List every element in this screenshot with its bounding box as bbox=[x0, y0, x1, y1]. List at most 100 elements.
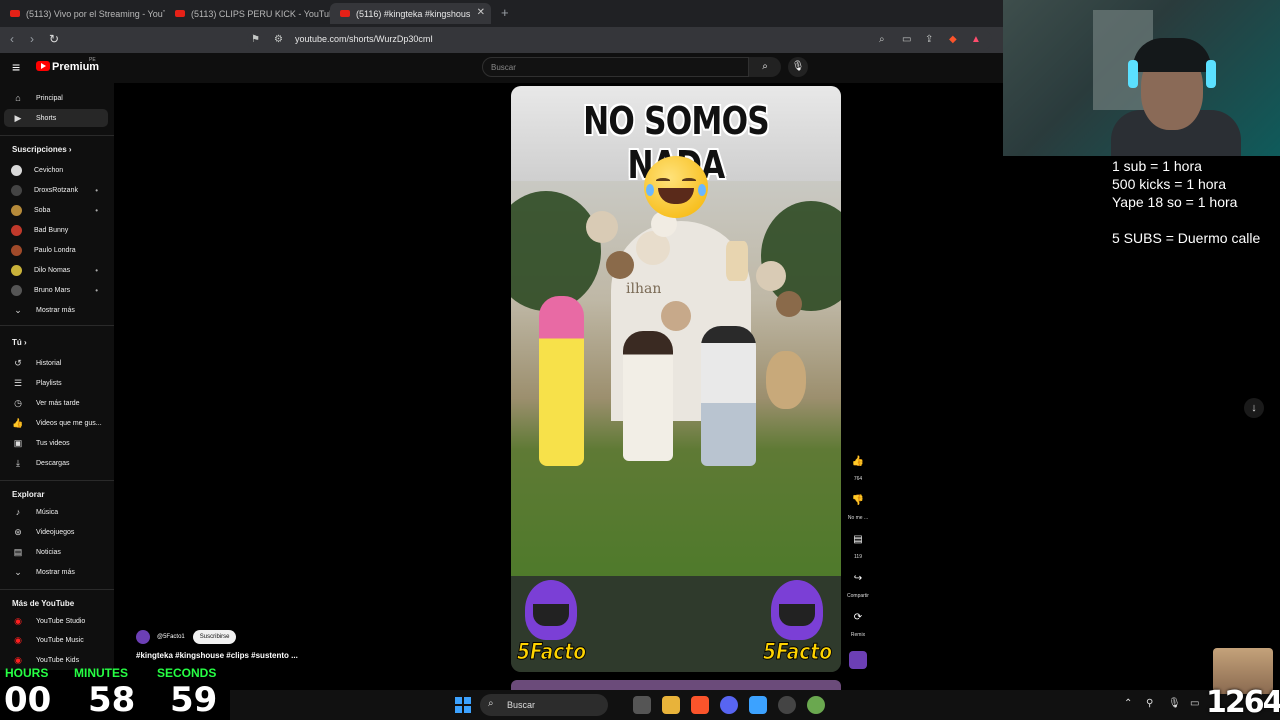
sidebar-item-label: YouTube Music bbox=[36, 636, 84, 644]
site-settings-icon[interactable]: ⚙ bbox=[274, 34, 283, 45]
search-button[interactable]: ⌕ bbox=[749, 57, 781, 77]
youtube-header: ≡ Premium PE Buscar ⌕ 🎙 bbox=[0, 53, 1003, 83]
mascot-face bbox=[533, 604, 569, 626]
sidebar-item-music[interactable]: ♪ Música bbox=[4, 503, 108, 521]
sidebar-item-principal[interactable]: ⌂ Principal bbox=[4, 89, 108, 107]
sidebar-item-watch-later[interactable]: ◷ Ver más tarde bbox=[4, 394, 108, 412]
sidebar-item-subscription[interactable]: Bruno Mars • bbox=[4, 281, 108, 299]
channel-avatar[interactable] bbox=[849, 651, 867, 669]
notepad-icon[interactable] bbox=[749, 696, 767, 714]
new-content-dot: • bbox=[95, 265, 98, 275]
app-icon[interactable] bbox=[807, 696, 825, 714]
person-seated-woman bbox=[623, 331, 673, 461]
browser-tab[interactable]: (5113) Vivo por el Streaming - YouTu bbox=[0, 3, 165, 24]
taskbar-search[interactable]: ⌕ Buscar bbox=[480, 694, 608, 716]
mascot-logo: 5Facto bbox=[759, 576, 837, 672]
download-icon: ⤓ bbox=[16, 457, 20, 468]
goal-line: 1 sub = 1 hora bbox=[1112, 158, 1202, 174]
display-icon[interactable]: ▭ bbox=[1190, 698, 1199, 709]
subscriptions-heading[interactable]: Suscripciones › bbox=[12, 145, 72, 154]
youtube-icon bbox=[10, 10, 20, 17]
forward-icon[interactable]: › bbox=[30, 32, 34, 46]
shorts-video-player[interactable]: NO SOMOS NADA ilhan 5Facto bbox=[511, 86, 841, 672]
comment-count: 119 bbox=[854, 554, 862, 560]
sidebar-item-subscription[interactable]: Soba • bbox=[4, 201, 108, 219]
you-heading[interactable]: Tú › bbox=[12, 338, 27, 347]
sidebar-item-playlists[interactable]: ☰ Playlists bbox=[4, 374, 108, 392]
channel-name[interactable]: @5Facto1 bbox=[157, 634, 185, 640]
mic-icon[interactable]: 🎙 bbox=[1168, 698, 1181, 709]
youtube-studio-icon: ◉ bbox=[14, 615, 22, 626]
remix-button[interactable]: ⟳ Remix bbox=[846, 607, 870, 638]
url-text[interactable]: youtube.com/shorts/WurzDp30cmI bbox=[295, 34, 433, 44]
menu-icon[interactable]: ≡ bbox=[12, 59, 20, 75]
task-view-icon[interactable] bbox=[633, 696, 651, 714]
sidebar-item-label: Videojuegos bbox=[36, 528, 75, 536]
sidebar-item-youtube-music[interactable]: ◉ YouTube Music bbox=[4, 631, 108, 649]
file-explorer-icon[interactable] bbox=[662, 696, 680, 714]
avatar[interactable] bbox=[136, 630, 150, 644]
brave-browser-icon[interactable] bbox=[691, 696, 709, 714]
cast-icon[interactable]: ▭ bbox=[902, 34, 911, 45]
sidebar-item-history[interactable]: ↺ Historial bbox=[4, 354, 108, 372]
sidebar-item-downloads[interactable]: ⤓ Descargas bbox=[4, 454, 108, 472]
network-icon[interactable]: ⚲ bbox=[1146, 698, 1153, 709]
browser-tab[interactable]: (5113) CLIPS PERU KICK - YouTube bbox=[165, 3, 330, 24]
sidebar-item-label: Videos que me gus... bbox=[36, 419, 102, 427]
channel-name: Bad Bunny bbox=[34, 226, 69, 234]
share-button[interactable]: ↪ Compartir bbox=[846, 568, 870, 599]
sidebar-item-subscription[interactable]: Dilo Nomas • bbox=[4, 261, 108, 279]
clock-icon: ◷ bbox=[14, 397, 22, 408]
next-short-preview[interactable] bbox=[511, 680, 841, 690]
video-description[interactable]: #kingteka #kingshouse #clips #sustento .… bbox=[136, 651, 298, 660]
next-video-button[interactable]: ↓ bbox=[1244, 398, 1264, 418]
browser-tab-active[interactable]: (5116) #kingteka #kingshous ✕ bbox=[330, 3, 491, 24]
sidebar-item-news[interactable]: ▤ Noticias bbox=[4, 543, 108, 561]
voice-search-button[interactable]: 🎙 bbox=[788, 57, 808, 77]
sidebar-item-liked-videos[interactable]: 👍 Videos que me gus... bbox=[4, 414, 108, 432]
balloon bbox=[756, 261, 786, 291]
back-icon[interactable]: ‹ bbox=[10, 32, 14, 46]
sidebar-item-youtube-studio[interactable]: ◉ YouTube Studio bbox=[4, 612, 108, 630]
divider bbox=[0, 325, 114, 326]
sidebar-item-subscription[interactable]: Paulo Londra bbox=[4, 241, 108, 259]
headset-icon bbox=[1128, 60, 1138, 88]
divider bbox=[0, 135, 114, 136]
sidebar-item-subscription[interactable]: Cevichon bbox=[4, 161, 108, 179]
subscribe-button[interactable]: Suscribirse bbox=[192, 630, 237, 644]
windows-start-icon[interactable] bbox=[455, 697, 471, 713]
brave-rewards-icon[interactable]: ▲ bbox=[971, 34, 981, 45]
country-code: PE bbox=[89, 57, 96, 63]
video-bottom-banner: 5Facto 5Facto bbox=[511, 576, 841, 672]
like-button[interactable]: 👍 764 bbox=[846, 451, 870, 482]
palm-leaves bbox=[511, 191, 601, 311]
dislike-button[interactable]: 👎 No me ... bbox=[846, 490, 870, 521]
zoom-icon[interactable]: ⌕ bbox=[879, 34, 885, 45]
explore-heading: Explorar bbox=[12, 490, 45, 499]
close-icon[interactable]: ✕ bbox=[477, 7, 485, 18]
brave-shield-icon[interactable]: ◆ bbox=[949, 34, 957, 45]
new-tab-icon[interactable]: + bbox=[501, 5, 509, 20]
sidebar-item-subscription[interactable]: Bad Bunny bbox=[4, 221, 108, 239]
sidebar-item-subscription[interactable]: DroxsRotzank • bbox=[4, 181, 108, 199]
chevron-up-icon[interactable]: ⌃ bbox=[1124, 698, 1132, 709]
hours-value: 00 bbox=[4, 680, 52, 720]
sidebar-item-your-videos[interactable]: ▣ Tus videos bbox=[4, 434, 108, 452]
search-input[interactable]: Buscar bbox=[482, 57, 749, 77]
reload-icon[interactable]: ↻ bbox=[49, 32, 59, 46]
address-bar[interactable]: ⚑ ⚙ youtube.com/shorts/WurzDp30cmI ⌕ ▭ ⇪… bbox=[247, 30, 992, 50]
youtube-icon bbox=[340, 10, 350, 17]
emoji-mouth bbox=[658, 188, 694, 204]
sidebar-item-gaming[interactable]: ⊛ Videojuegos bbox=[4, 523, 108, 541]
youtube-logo-icon[interactable] bbox=[36, 61, 50, 71]
show-more-button[interactable]: ⌄ Mostrar más bbox=[4, 563, 108, 581]
sidebar-item-shorts[interactable]: ▶ Shorts bbox=[4, 109, 108, 127]
discord-icon[interactable] bbox=[720, 696, 738, 714]
show-more-button[interactable]: ⌄ Mostrar más bbox=[4, 301, 108, 319]
remix-icon: ⟳ bbox=[853, 612, 863, 623]
comments-button[interactable]: ▤ 119 bbox=[846, 529, 870, 560]
bookmark-icon[interactable]: ⚑ bbox=[251, 34, 260, 45]
obs-icon[interactable] bbox=[778, 696, 796, 714]
share-icon[interactable]: ⇪ bbox=[925, 34, 933, 45]
channel-name: Soba bbox=[34, 206, 51, 214]
